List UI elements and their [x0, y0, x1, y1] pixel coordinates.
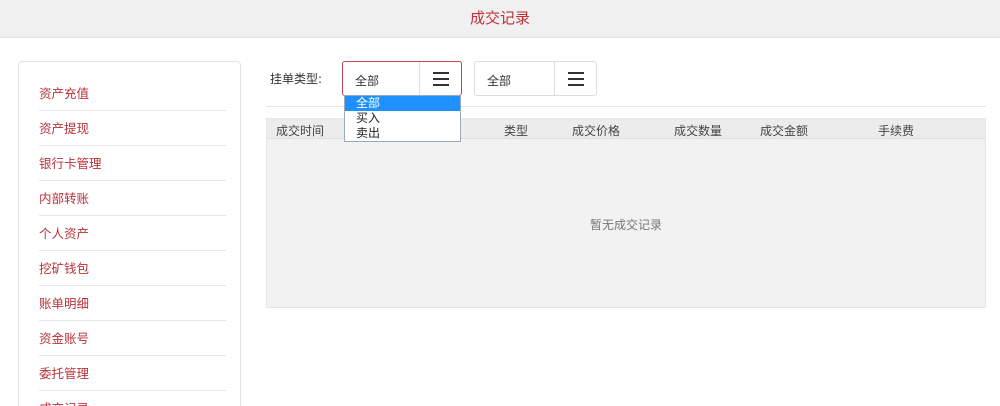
- menu-icon[interactable]: [554, 62, 596, 95]
- column-header-trade-time: 成交时间: [276, 124, 325, 138]
- sidebar-item-label: 个人资产: [39, 226, 90, 241]
- menu-icon[interactable]: [419, 62, 461, 95]
- order-type-dropdown: 全部 买入 卖出: [344, 95, 461, 142]
- dropdown-option-buy[interactable]: 买入: [345, 111, 460, 126]
- secondary-filter-select[interactable]: 全部: [474, 61, 597, 96]
- sidebar-item-label: 资产提现: [39, 121, 90, 136]
- secondary-filter-select-value: 全部: [487, 74, 512, 88]
- sidebar-item-label: 资金账号: [39, 331, 90, 346]
- sidebar-item-asset-withdraw[interactable]: 资产提现: [39, 111, 226, 146]
- column-header-amount: 成交金额: [760, 124, 809, 138]
- order-type-select[interactable]: 全部: [342, 61, 462, 96]
- column-header-price: 成交价格: [572, 124, 621, 138]
- sidebar-item-label: 账单明细: [39, 296, 90, 311]
- sidebar-item-internal-transfer[interactable]: 内部转账: [39, 181, 226, 216]
- dropdown-option-sell[interactable]: 卖出: [345, 126, 460, 141]
- sidebar-item-order-management[interactable]: 委托管理: [39, 356, 226, 391]
- sidebar-item-bank-card[interactable]: 银行卡管理: [39, 146, 226, 181]
- order-type-select-value: 全部: [355, 74, 380, 88]
- sidebar-item-personal-assets[interactable]: 个人资产: [39, 216, 226, 251]
- sidebar-item-fund-account[interactable]: 资金账号: [39, 321, 226, 356]
- top-header-bar: 成交记录: [0, 0, 1000, 38]
- sidebar-item-mining-wallet[interactable]: 挖矿钱包: [39, 251, 226, 286]
- sidebar-item-trade-records[interactable]: 成交记录: [39, 391, 226, 406]
- sidebar-item-label: 成交记录: [39, 391, 226, 406]
- order-type-label: 挂单类型:: [270, 72, 323, 86]
- sidebar-item-bill-details[interactable]: 账单明细: [39, 286, 226, 321]
- sidebar-item-label: 内部转账: [39, 191, 90, 206]
- sidebar-item-label: 挖矿钱包: [39, 261, 90, 276]
- column-header-quantity: 成交数量: [674, 124, 723, 138]
- sidebar-item-label: 银行卡管理: [39, 156, 102, 171]
- column-header-type: 类型: [504, 124, 529, 138]
- sidebar-item-label: 委托管理: [39, 366, 90, 381]
- sidebar-menu: 资产充值 资产提现 银行卡管理 内部转账 个人资产 挖矿钱包 账单明细 资金账号…: [18, 61, 241, 406]
- sidebar-item-label: 资产充值: [39, 86, 90, 101]
- page-title: 成交记录: [469, 9, 530, 27]
- empty-state-text: 暂无成交记录: [589, 218, 662, 232]
- sidebar-item-asset-deposit[interactable]: 资产充值: [39, 76, 226, 111]
- trade-records-table: 成交时间 类型 成交价格 成交数量 成交金额 手续费 暂无成交记录: [266, 118, 986, 308]
- column-header-fee: 手续费: [878, 124, 915, 138]
- dropdown-option-all[interactable]: 全部: [345, 96, 460, 111]
